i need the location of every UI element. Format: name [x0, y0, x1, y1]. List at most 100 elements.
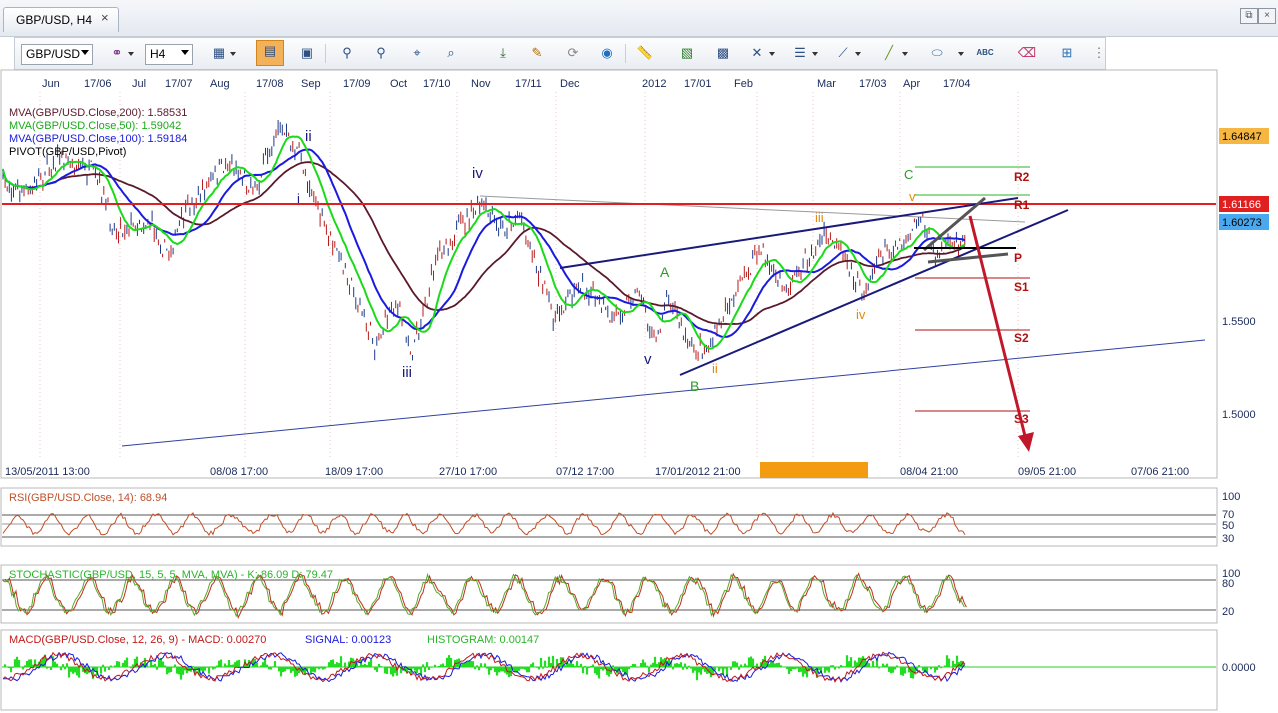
trendline-icon[interactable]: ╱: [879, 43, 899, 63]
grey-arrow-line[interactable]: [923, 196, 986, 252]
top-axis-label: 17/03: [859, 78, 887, 90]
ruler-icon[interactable]: 📏: [635, 43, 655, 63]
pivot-s1-label: S1: [1014, 280, 1029, 294]
price-tag-2: [1219, 196, 1269, 212]
timeframe-value: H4: [150, 47, 166, 61]
top-axis-label: Sep: [301, 78, 321, 90]
window-titlebar: GBP/USD, H4 × ⧉ ×: [0, 0, 1278, 37]
legend-ma100: MVA(GBP/USD.Close,100): 1.59184: [9, 133, 187, 145]
top-axis-label: 17/07: [165, 78, 193, 90]
more-icon[interactable]: ⋮: [1089, 43, 1109, 63]
top-axis-label: 17/08: [256, 78, 284, 90]
wedge-lower-line[interactable]: [679, 209, 1069, 376]
bottom-axis-label: 17/01/2012 21:00: [655, 466, 741, 478]
top-axis-label: 17/06: [84, 78, 112, 90]
wave-A-label: A: [660, 264, 670, 280]
magnify-icon[interactable]: ⌕: [441, 43, 461, 63]
rsi-scale-70: 70: [1222, 509, 1234, 521]
ellipse-icon[interactable]: ⬭: [927, 43, 947, 63]
zoom-in-icon[interactable]: ⚲: [337, 43, 357, 63]
window-icon[interactable]: ▩: [713, 43, 733, 63]
hierarchy-icon[interactable]: ⊞: [1057, 43, 1077, 63]
legend-pivot: PIVOT(GBP/USD,Pivot): [9, 146, 126, 158]
wave-B-label: B: [690, 378, 699, 394]
top-axis-label: Feb: [734, 78, 753, 90]
legend-ma200: MVA(GBP/USD.Close,200): 1.58531: [9, 107, 187, 119]
top-axis-label: 17/10: [423, 78, 451, 90]
timeframe-select[interactable]: H4: [145, 44, 193, 65]
bottom-axis-label: 27/10 17:00: [439, 466, 497, 478]
rsi-panel: [0, 487, 1218, 547]
rsi-scale-100: 100: [1222, 491, 1240, 503]
rsi-line: [2, 511, 966, 536]
fan-tool-icon[interactable]: ⟋: [833, 43, 853, 63]
macd-label: MACD(GBP/USD.Close, 12, 26, 9) - MACD: 0…: [9, 634, 266, 646]
chart-type-icon[interactable]: ⚭: [107, 43, 127, 63]
grey-trendline[interactable]: [479, 195, 1026, 223]
macd-line: [2, 651, 966, 683]
top-axis-label: Dec: [560, 78, 580, 90]
wave-ii-label: ii: [305, 128, 312, 145]
top-axis-label: 17/11: [515, 78, 542, 90]
price-panel: [0, 69, 1218, 479]
globe-icon[interactable]: ◉: [597, 43, 617, 63]
chart-tab[interactable]: GBP/USD, H4 ×: [3, 7, 119, 32]
stochastic-d-line: [4, 572, 967, 619]
edit-icon[interactable]: ✎: [527, 43, 547, 63]
price-tag-3-text: 1.60273: [1222, 217, 1262, 229]
picture-icon[interactable]: ▧: [677, 43, 697, 63]
wave-iv-label: iv: [472, 165, 483, 182]
restore-window-icon[interactable]: ⧉: [1240, 8, 1258, 24]
bottom-axis-label: 09/05 21:00: [1018, 466, 1076, 478]
stochastic-label: STOCHASTIC(GBP/USD, 15, 5, 5, MVA, MVA) …: [9, 569, 333, 581]
eraser-icon[interactable]: ⌫: [1017, 43, 1037, 63]
lines-tool-icon[interactable]: ✕: [747, 43, 767, 63]
pivot-s2-label: S2: [1014, 331, 1029, 345]
macd-panel: [0, 629, 1218, 711]
text-tool-icon[interactable]: ABC: [975, 43, 995, 63]
bottom-axis-label: 18/09 17:00: [325, 466, 383, 478]
bottom-axis-label: 07/12 17:00: [556, 466, 614, 478]
refresh-icon[interactable]: ⟳: [563, 43, 583, 63]
price-tag-1-text: 1.64847: [1222, 131, 1262, 143]
wedge-upper-line[interactable]: [559, 197, 1019, 269]
stoch-scale-100: 100: [1222, 568, 1240, 580]
top-axis-label: Jul: [132, 78, 146, 90]
pivot-s3-label: S3: [1014, 412, 1029, 426]
top-axis-label: Nov: [471, 78, 491, 90]
bottom-axis-label: 23/02/2012 21:00: [764, 466, 850, 478]
top-axis-label: Jun: [42, 78, 60, 90]
top-axis-label: 17/01: [684, 78, 712, 90]
close-tab-icon[interactable]: ×: [101, 10, 109, 25]
bottom-axis-label: 13/05/2011 13:00: [5, 466, 90, 478]
macd-histogram-label: HISTOGRAM: 0.00147: [427, 634, 539, 646]
bar-view-icon[interactable]: ▣: [297, 43, 317, 63]
candle-view-icon[interactable]: ▤: [256, 40, 284, 66]
forecast-arrow-head: [1018, 432, 1034, 452]
stochastic-panel: [0, 564, 1218, 624]
price-tag-1: [1219, 128, 1269, 144]
wave-v-small-label: v: [909, 189, 916, 204]
close-window-icon[interactable]: ×: [1258, 8, 1276, 24]
ma50-line: [2, 135, 966, 350]
stoch-scale-80: 80: [1222, 578, 1234, 590]
long-support-line[interactable]: [121, 339, 1206, 447]
symbol-select[interactable]: GBP/USD: [21, 44, 93, 65]
forecast-arrow-line[interactable]: [968, 215, 1028, 441]
grey-line-2[interactable]: [927, 252, 1009, 264]
bottom-axis-label: 08/08 17:00: [210, 466, 268, 478]
chart-style-icon[interactable]: ▦: [209, 43, 229, 63]
symbol-value: GBP/USD: [26, 47, 81, 61]
macd-histogram: [3, 654, 967, 681]
crosshair-date-tag: [760, 462, 868, 478]
fit-icon[interactable]: ⤓: [493, 43, 513, 63]
wave-iii-label: iii: [402, 364, 412, 381]
crosshair-icon[interactable]: ⌖: [407, 43, 427, 63]
hlines-tool-icon[interactable]: ☰: [790, 43, 810, 63]
ma200-line: [23, 161, 966, 326]
price-tick-1: 1.5500: [1222, 316, 1256, 328]
zoom-out-icon[interactable]: ⚲: [371, 43, 391, 63]
legend-ma50: MVA(GBP/USD.Close,50): 1.59042: [9, 120, 181, 132]
rsi-label: RSI(GBP/USD.Close, 14): 68.94: [9, 492, 167, 504]
pivot-r2-label: R2: [1014, 170, 1030, 184]
